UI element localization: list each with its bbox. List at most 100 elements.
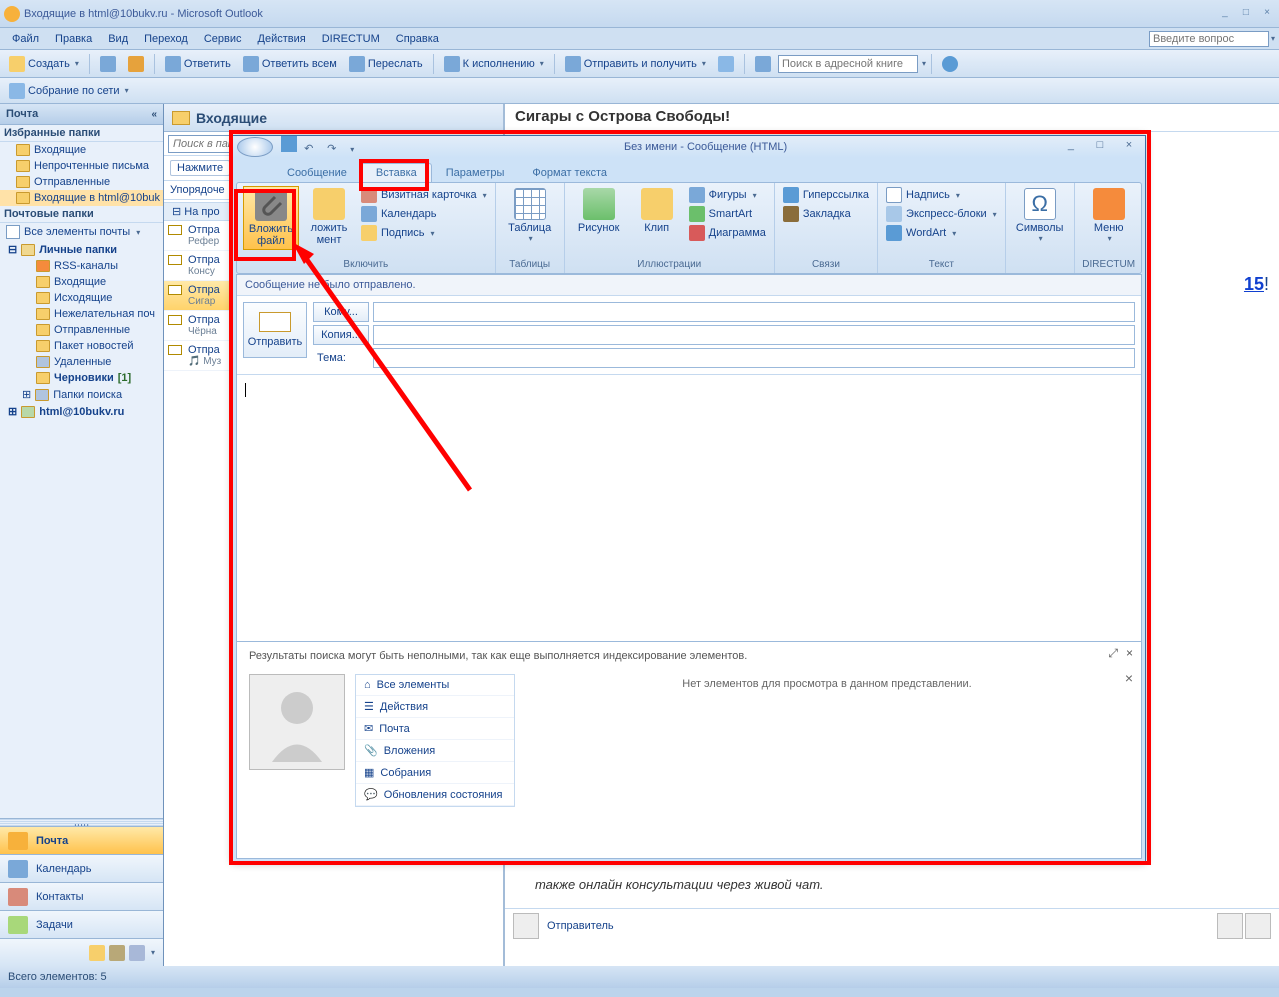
to-button[interactable]: Кому... bbox=[313, 302, 369, 322]
module-tasks[interactable]: Задачи bbox=[0, 910, 163, 938]
symbols-button[interactable]: ΩСимволы▾ bbox=[1012, 186, 1068, 245]
subject-input[interactable] bbox=[373, 348, 1135, 368]
smartart-button[interactable]: SmartArt bbox=[687, 205, 768, 223]
textbox-button[interactable]: Надпись▾ bbox=[884, 186, 999, 204]
office-button[interactable] bbox=[237, 137, 273, 157]
search-hint[interactable]: Нажмите bbox=[170, 160, 230, 176]
ppane-tab-mail[interactable]: ✉Почта bbox=[356, 718, 514, 740]
ppane-dismiss[interactable]: × bbox=[1125, 670, 1133, 686]
tab-format[interactable]: Формат текста bbox=[518, 164, 621, 182]
addressbook-button[interactable] bbox=[750, 54, 776, 74]
clip-button[interactable]: Клип bbox=[629, 186, 685, 242]
ppane-tab-attach[interactable]: 📎Вложения bbox=[356, 740, 514, 762]
hyperlink-button[interactable]: Гиперссылка bbox=[781, 186, 871, 204]
module-mail[interactable]: Почта bbox=[0, 826, 163, 854]
redo-icon[interactable]: ↷ bbox=[327, 142, 343, 158]
addressbook-search-input[interactable] bbox=[778, 55, 918, 73]
quick-access-toolbar: ↶ ↷ ▾ bbox=[279, 136, 354, 158]
sort-by[interactable]: Упорядоче bbox=[170, 184, 225, 196]
quickparts-button[interactable]: Экспресс-блоки▾ bbox=[884, 205, 999, 223]
new-button[interactable]: Создать▾ bbox=[4, 54, 84, 74]
fav-sent[interactable]: Отправленные bbox=[0, 174, 163, 190]
tree-drafts[interactable]: Черновики [1] bbox=[0, 370, 163, 386]
sendreceive-button[interactable]: Отправить и получить▾ bbox=[560, 54, 711, 74]
nav-gripper[interactable]: ∙∙∙∙∙ bbox=[0, 818, 163, 826]
to-input[interactable] bbox=[373, 302, 1135, 322]
webmeeting-button[interactable]: Собрание по сети▾ bbox=[4, 81, 134, 101]
tree-personal[interactable]: ⊟Личные папки bbox=[0, 241, 163, 258]
menu-tools[interactable]: Сервис bbox=[196, 31, 250, 47]
chart-button[interactable]: Диаграмма bbox=[687, 224, 768, 242]
signature-button[interactable]: Подпись▾ bbox=[359, 224, 489, 242]
module-contacts[interactable]: Контакты bbox=[0, 882, 163, 910]
help-button[interactable] bbox=[937, 54, 963, 74]
cc-button[interactable]: Копия... bbox=[313, 325, 369, 345]
calendar-button[interactable]: Календарь bbox=[359, 205, 489, 223]
send-button[interactable]: Отправить bbox=[243, 302, 307, 358]
tab-message[interactable]: Сообщение bbox=[273, 164, 361, 182]
compose-close[interactable]: × bbox=[1117, 139, 1141, 155]
compose-editor[interactable] bbox=[237, 375, 1141, 605]
tree-search-folders[interactable]: ⊞Папки поиска bbox=[0, 386, 163, 403]
picture-button[interactable]: Рисунок bbox=[571, 186, 627, 242]
help-search-dd[interactable]: ▾ bbox=[1271, 34, 1275, 43]
avatar-icon[interactable] bbox=[1245, 913, 1271, 939]
menu-help[interactable]: Справка bbox=[388, 31, 447, 47]
reply-all-button[interactable]: Ответить всем bbox=[238, 54, 342, 74]
minimize-button[interactable]: _ bbox=[1217, 7, 1233, 21]
menu-file[interactable]: Файл bbox=[4, 31, 47, 47]
module-calendar[interactable]: Календарь bbox=[0, 854, 163, 882]
bizcard-button[interactable]: Визитная карточка▾ bbox=[359, 186, 489, 204]
tree-junk[interactable]: Нежелательная поч bbox=[0, 306, 163, 322]
tree-deleted[interactable]: Удаленные bbox=[0, 354, 163, 370]
attach-file-button[interactable]: Вложить файл bbox=[243, 186, 299, 250]
move-button[interactable] bbox=[123, 54, 149, 74]
compose-minimize[interactable]: _ bbox=[1059, 139, 1083, 155]
print-button[interactable] bbox=[95, 54, 121, 74]
ppane-tab-meetings[interactable]: ▦Собрания bbox=[356, 762, 514, 784]
menu-directum[interactable]: DIRECTUM bbox=[314, 31, 388, 47]
forward-button[interactable]: Переслать bbox=[344, 54, 428, 74]
collapse-icon[interactable]: « bbox=[151, 109, 157, 120]
expand-icon[interactable]: ⤢ bbox=[1108, 646, 1118, 661]
ppane-tab-actions[interactable]: ☰Действия bbox=[356, 696, 514, 718]
directum-menu-button[interactable]: Меню▾ bbox=[1081, 186, 1137, 245]
followup-button[interactable]: К исполнению▾ bbox=[439, 54, 549, 74]
attach-item-button[interactable]: ложить мент bbox=[301, 186, 357, 250]
tree-rss[interactable]: RSS-каналы bbox=[0, 258, 163, 274]
tab-insert[interactable]: Вставка bbox=[361, 163, 432, 182]
menu-edit[interactable]: Правка bbox=[47, 31, 100, 47]
bookmark-button[interactable]: Закладка bbox=[781, 205, 871, 223]
cc-input[interactable] bbox=[373, 325, 1135, 345]
close-button[interactable]: × bbox=[1259, 7, 1275, 21]
menu-actions[interactable]: Действия bbox=[250, 31, 314, 47]
tree-news[interactable]: Пакет новостей bbox=[0, 338, 163, 354]
wordart-button[interactable]: WordArt▾ bbox=[884, 224, 999, 242]
undo-icon[interactable]: ↶ bbox=[304, 142, 320, 158]
fav-inbox-account[interactable]: Входящие в html@10buk bbox=[0, 190, 163, 206]
tree-sent[interactable]: Отправленные bbox=[0, 322, 163, 338]
compose-maximize[interactable]: □ bbox=[1088, 139, 1112, 155]
fav-inbox[interactable]: Входящие bbox=[0, 142, 163, 158]
table-button[interactable]: Таблица▾ bbox=[502, 186, 558, 245]
menu-go[interactable]: Переход bbox=[136, 31, 196, 47]
module-shortcuts[interactable]: ▾ bbox=[0, 938, 163, 966]
addr-dd[interactable]: ▾ bbox=[922, 59, 926, 68]
fav-unread[interactable]: Непрочтенные письма bbox=[0, 158, 163, 174]
maximize-button[interactable]: □ bbox=[1238, 7, 1254, 21]
ppane-tab-all[interactable]: ⌂Все элементы bbox=[356, 675, 514, 696]
shapes-button[interactable]: Фигуры▾ bbox=[687, 186, 768, 204]
ppane-tab-status[interactable]: 💬Обновления состояния bbox=[356, 784, 514, 806]
tree-outbox[interactable]: Исходящие bbox=[0, 290, 163, 306]
tree-account[interactable]: ⊞html@10bukv.ru bbox=[0, 403, 163, 420]
all-mail-items[interactable]: Все элементы почты▾ bbox=[0, 223, 163, 241]
tab-options[interactable]: Параметры bbox=[432, 164, 519, 182]
reply-button[interactable]: Ответить bbox=[160, 54, 236, 74]
save-icon[interactable] bbox=[281, 136, 297, 152]
tree-inbox[interactable]: Входящие bbox=[0, 274, 163, 290]
menu-view[interactable]: Вид bbox=[100, 31, 136, 47]
avatar-icon[interactable] bbox=[1217, 913, 1243, 939]
help-search-input[interactable] bbox=[1149, 31, 1269, 47]
find-button[interactable] bbox=[713, 54, 739, 74]
ppane-close[interactable]: × bbox=[1126, 646, 1133, 661]
